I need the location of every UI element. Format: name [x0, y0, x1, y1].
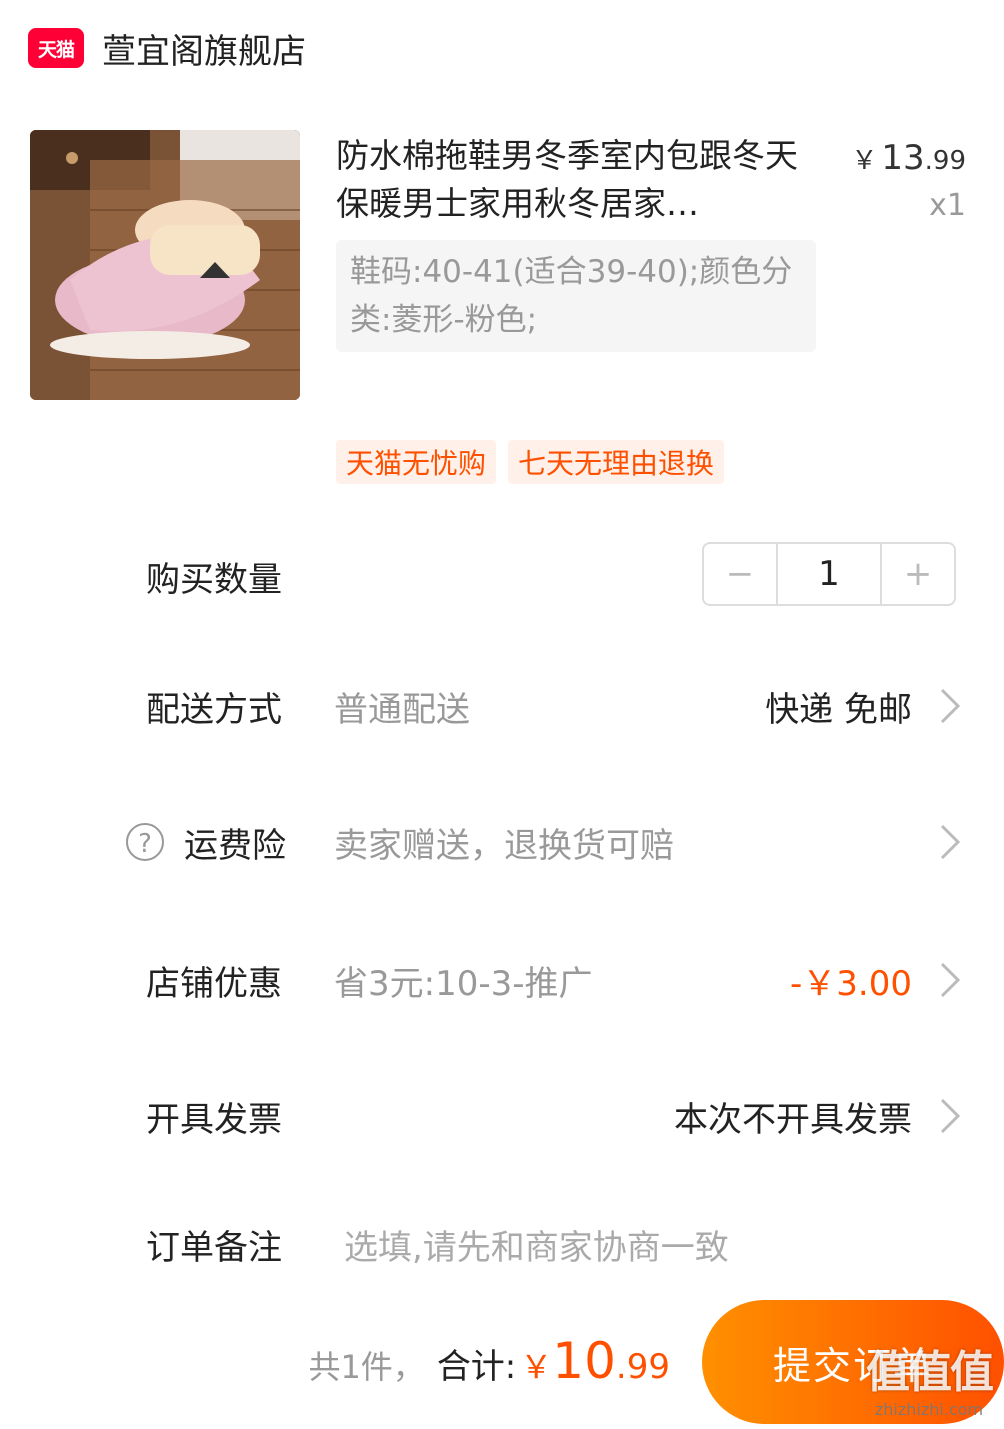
- product-title[interactable]: 防水棉拖鞋男冬季室内包跟冬天保暖男士家用秋冬居家…: [336, 132, 816, 228]
- order-summary: 共1件， 合计: ￥ 10 .99: [308, 1332, 670, 1390]
- watermark-url: zhizhizhi.com: [874, 1400, 984, 1419]
- price-symbol: ￥: [851, 146, 878, 176]
- shipping-desc: 普通配送: [334, 689, 470, 730]
- total-dec: .99: [615, 1347, 670, 1387]
- minus-button[interactable]: −: [704, 544, 776, 604]
- price-int: 13: [881, 138, 925, 178]
- note-label: 订单备注: [146, 1227, 282, 1268]
- product-price: ￥ 13.99: [851, 138, 966, 178]
- discount-value: -￥3.00: [790, 963, 912, 1004]
- price-dec: .99: [924, 146, 966, 176]
- freight-label: 运费险: [184, 825, 286, 866]
- price-block: ￥ 13.99 x1: [851, 138, 966, 223]
- bottom-bar: 共1件， 合计: ￥ 10 .99 提交订单 值值值 zhizhizhi.com: [0, 1300, 1004, 1429]
- item-count: 共1件，: [308, 1348, 425, 1386]
- tag-7day-return: 七天无理由退换: [508, 440, 725, 484]
- product-image[interactable]: [30, 130, 300, 400]
- sku-info[interactable]: 鞋码:40-41(适合39-40);颜色分类:菱形-粉色;: [336, 240, 816, 352]
- order-note-row: 订单备注 选填,请先和商家协商一致: [0, 1204, 1004, 1284]
- discount-desc: 省3元:10-3-推广: [334, 963, 593, 1004]
- chevron-right-icon: [940, 1098, 961, 1134]
- total-label: 合计:: [436, 1347, 517, 1387]
- freight-insurance-row[interactable]: ? 运费险 卖家赠送，退换货可赔: [0, 802, 1004, 882]
- invoice-value: 本次不开具发票: [674, 1099, 912, 1140]
- freight-desc: 卖家赠送，退换货可赔: [334, 825, 674, 866]
- store-name[interactable]: 萱宜阁旗舰店: [102, 24, 306, 73]
- quantity-stepper[interactable]: − 1 +: [702, 542, 956, 606]
- product-quantity: x1: [929, 188, 966, 223]
- invoice-row[interactable]: 开具发票 本次不开具发票: [0, 1076, 1004, 1156]
- total-symbol: ￥: [520, 1348, 553, 1386]
- quantity-value[interactable]: 1: [776, 544, 882, 604]
- help-icon[interactable]: ?: [126, 823, 164, 861]
- chevron-right-icon: [940, 688, 961, 724]
- chevron-right-icon: [940, 962, 961, 998]
- shipping-label: 配送方式: [146, 689, 282, 730]
- discount-label: 店铺优惠: [146, 963, 282, 1004]
- chevron-right-icon: [940, 824, 961, 860]
- invoice-label: 开具发票: [146, 1099, 282, 1140]
- service-tags: 天猫无忧购 七天无理由退换: [336, 440, 725, 484]
- site-watermark: 值值值 zhizhizhi.com: [866, 1336, 994, 1419]
- quantity-label: 购买数量: [146, 559, 282, 600]
- total-int: 10: [552, 1332, 616, 1390]
- tmall-logo-icon: 天猫: [28, 28, 84, 68]
- shipping-row[interactable]: 配送方式 普通配送 快递 免邮: [0, 666, 1004, 746]
- shipping-value: 快递 免邮: [765, 689, 912, 730]
- tag-tmall-worry-free: 天猫无忧购: [336, 440, 497, 484]
- watermark-logo: 值值值: [866, 1347, 994, 1398]
- store-header[interactable]: 天猫 萱宜阁旗舰店: [28, 24, 306, 72]
- store-discount-row[interactable]: 店铺优惠 省3元:10-3-推广 -￥3.00: [0, 940, 1004, 1020]
- order-note-input[interactable]: 选填,请先和商家协商一致: [344, 1220, 729, 1269]
- plus-button[interactable]: +: [882, 544, 954, 604]
